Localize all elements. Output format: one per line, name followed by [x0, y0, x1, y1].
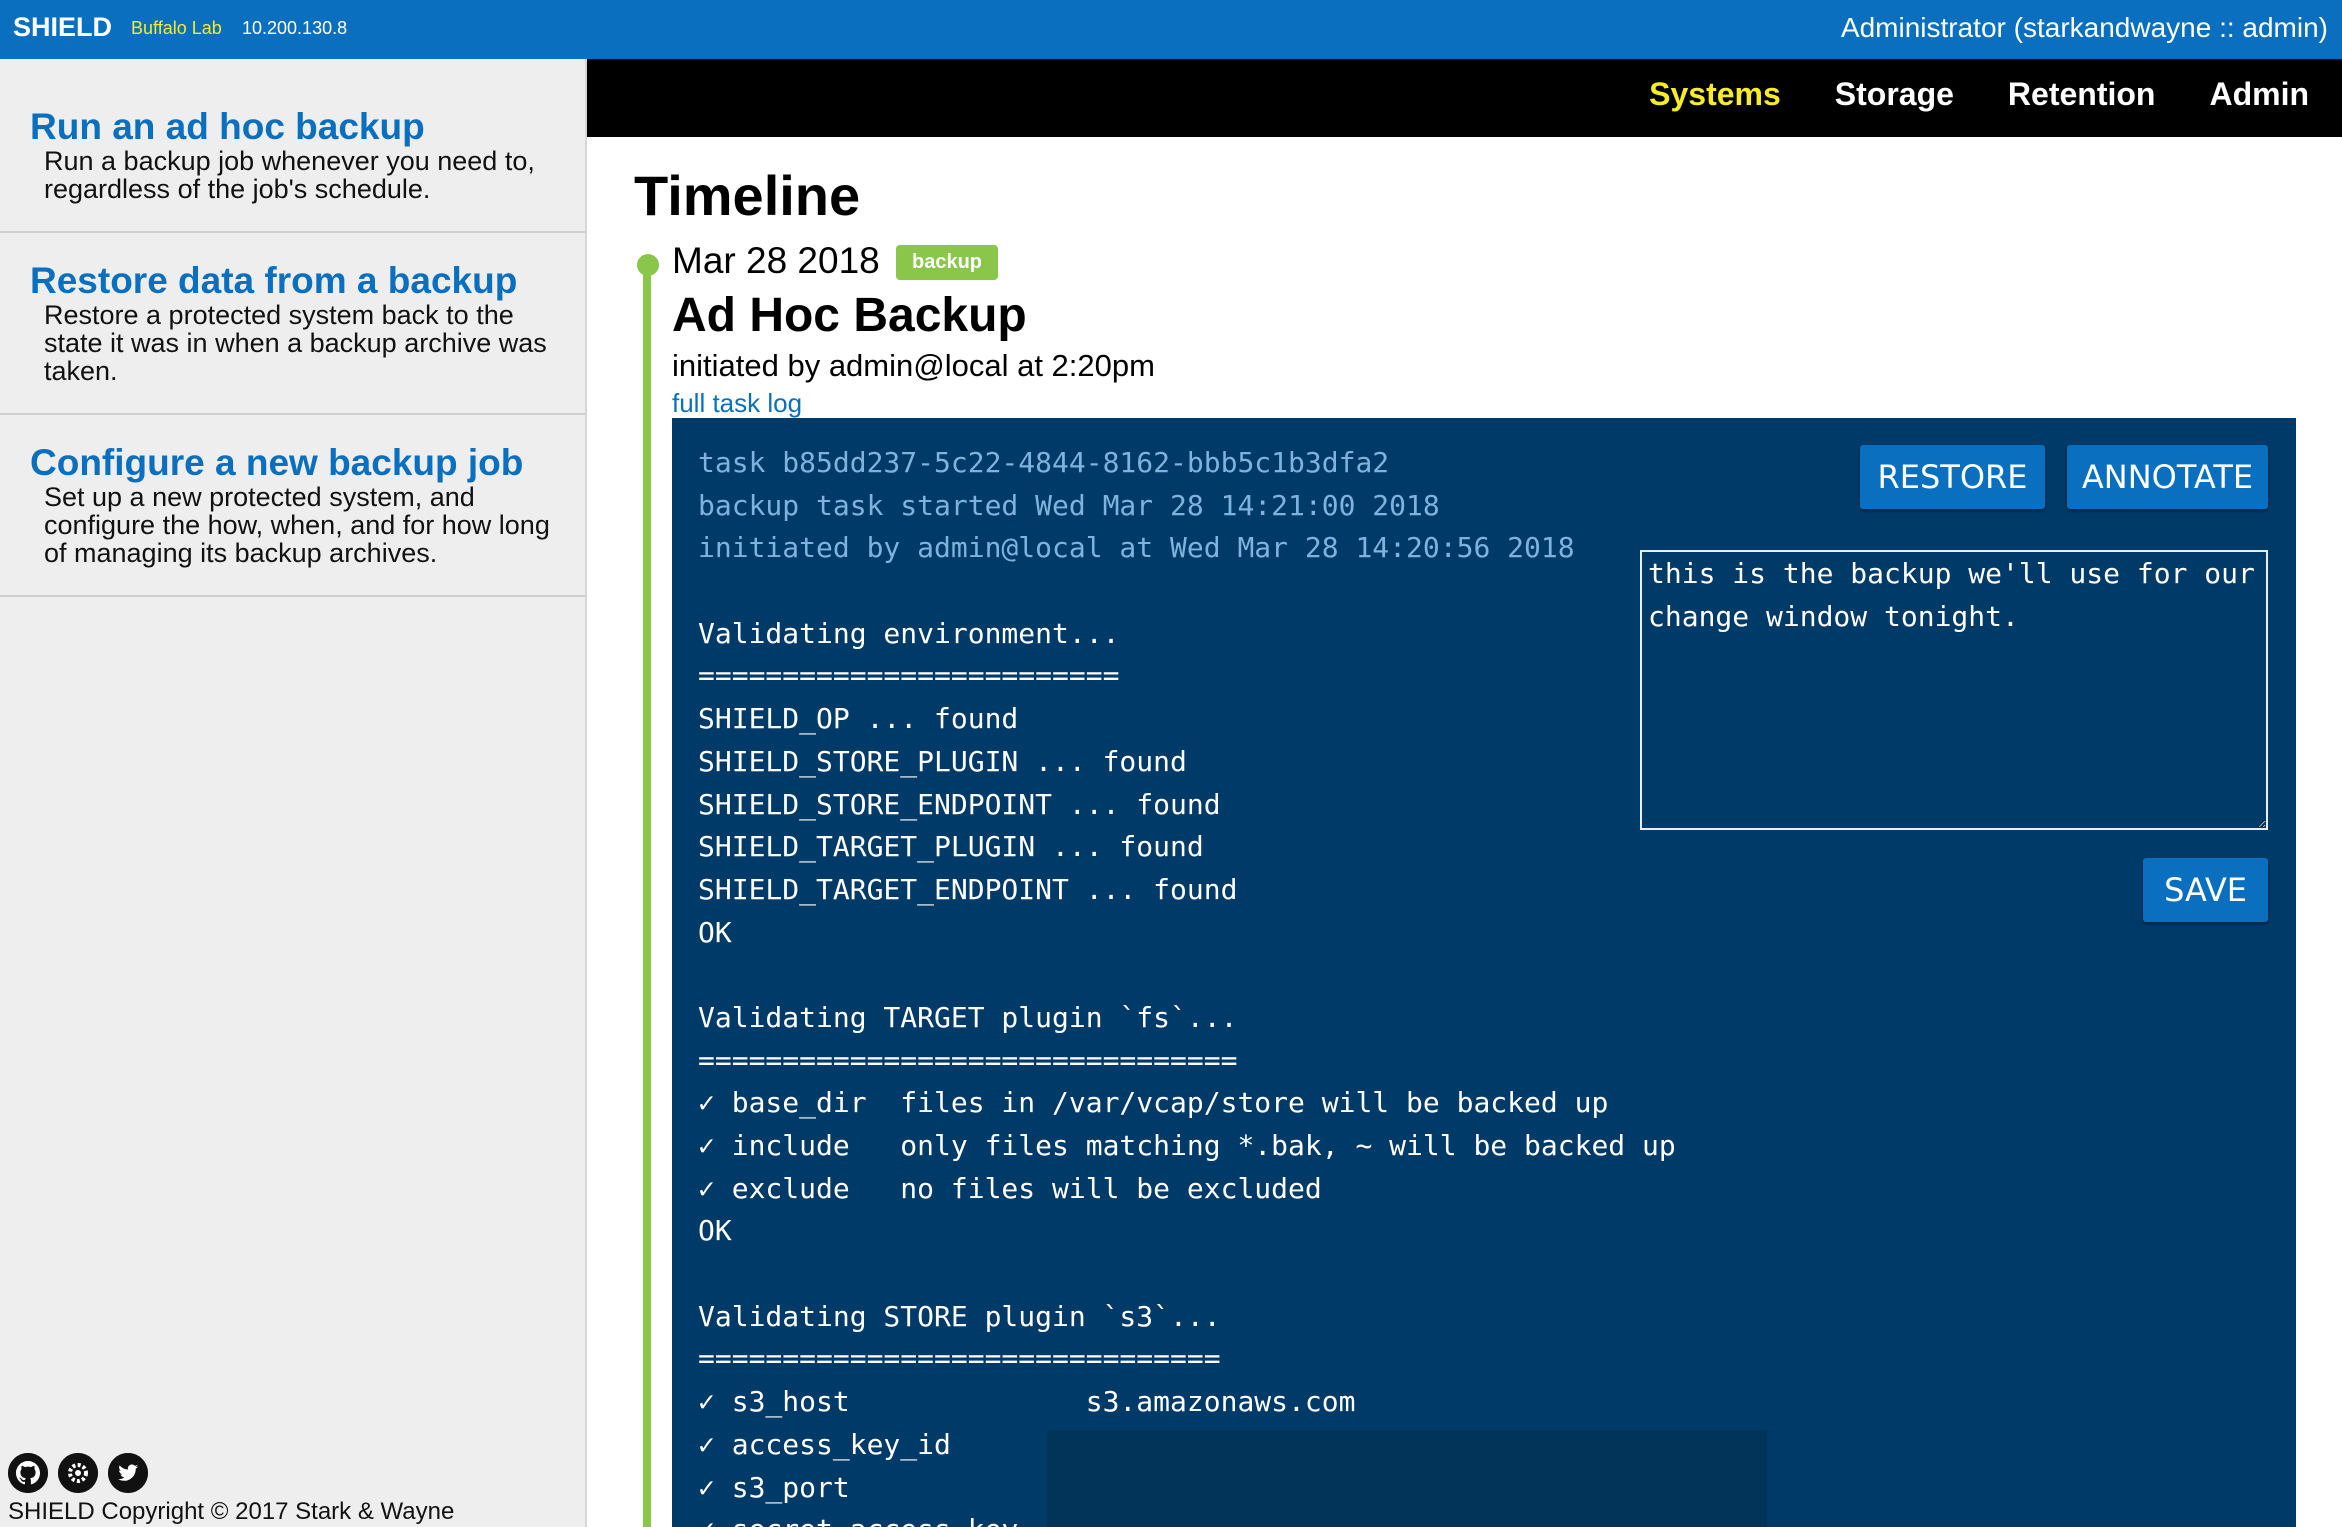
nav-storage[interactable]: Storage: [1835, 76, 1954, 113]
sidebar-item-title[interactable]: Run an ad hoc backup: [30, 107, 557, 147]
log-divider: =========================: [698, 659, 1120, 693]
sidebar-item-title[interactable]: Configure a new backup job: [30, 443, 557, 483]
twitter-icon[interactable]: [108, 1453, 148, 1493]
log-line: SHIELD_TARGET_PLUGIN ... found: [698, 830, 1204, 864]
log-line: OK: [698, 915, 732, 949]
log-line: SHIELD_OP ... found: [698, 702, 1019, 736]
sidebar-item-description: Set up a new protected system, and confi…: [44, 482, 550, 568]
full-task-log-link[interactable]: full task log: [672, 388, 802, 419]
log-line: SHIELD_STORE_ENDPOINT ... found: [698, 787, 1221, 821]
log-line: initiated by admin@local at Wed Mar 28 1…: [698, 531, 1575, 565]
sidebar-item-title[interactable]: Restore data from a backup: [30, 261, 557, 301]
log-line: ✓ base_dir files in /var/vcap/store will…: [698, 1086, 1609, 1120]
task-log-output: task b85dd237-5c22-4844-8162-bbb5c1b3dfa…: [698, 442, 1676, 1527]
log-divider: ================================: [698, 1043, 1238, 1077]
sidebar-item-restore[interactable]: Restore data from a backup Restore a pro…: [0, 233, 585, 415]
annotate-button[interactable]: ANNOTATE: [2067, 445, 2268, 509]
log-line: task b85dd237-5c22-4844-8162-bbb5c1b3dfa…: [698, 446, 1390, 479]
task-log-panel: task b85dd237-5c22-4844-8162-bbb5c1b3dfa…: [672, 418, 2296, 1527]
nav-admin[interactable]: Admin: [2209, 76, 2309, 113]
log-line: SHIELD_STORE_PLUGIN ... found: [698, 744, 1187, 778]
timeline-line: [643, 268, 651, 1527]
redacted-region: [1047, 1430, 1767, 1527]
annotation-textarea[interactable]: this is the backup we'll use for our cha…: [1640, 550, 2268, 830]
log-divider: ===============================: [698, 1342, 1221, 1376]
log-line: ✓ exclude no files will be excluded: [698, 1171, 1322, 1205]
log-line: ✓ include only files matching *.bak, ~ w…: [698, 1129, 1676, 1162]
page-title: Timeline: [634, 164, 861, 227]
timeline-entry-title: Ad Hoc Backup: [672, 289, 1027, 342]
copyright-notice: SHIELD Copyright © 2017 Stark & Wayne: [8, 1498, 455, 1525]
sidebar-item-adhoc-backup[interactable]: Run an ad hoc backup Run a backup job wh…: [0, 59, 585, 233]
log-line: OK: [698, 1214, 732, 1248]
nav-retention[interactable]: Retention: [2008, 76, 2156, 113]
sidebar-item-configure-job[interactable]: Configure a new backup job Set up a new …: [0, 415, 585, 597]
log-line: ✓ s3_host s3.amazonaws.com: [698, 1385, 1356, 1419]
log-line: Validating STORE plugin `s3`...: [698, 1299, 1221, 1333]
sidebar: Run an ad hoc backup Run a backup job wh…: [0, 59, 587, 1527]
timeline-dot: [637, 254, 659, 276]
save-button[interactable]: SAVE: [2143, 858, 2268, 922]
log-line: Validating TARGET plugin `fs`...: [698, 1000, 1238, 1034]
sidebar-item-description: Run a backup job whenever you need to, r…: [44, 146, 535, 204]
gear-icon[interactable]: [58, 1453, 98, 1493]
log-line: backup task started Wed Mar 28 14:21:00 …: [698, 488, 1440, 522]
nav-links: Systems Storage Retention Admin: [1649, 76, 2309, 113]
sidebar-item-description: Restore a protected system back to the s…: [44, 300, 547, 386]
sidebar-footer: SHIELD Copyright © 2017 Stark & Wayne: [8, 1453, 454, 1527]
main-nav: Systems Storage Retention Admin: [587, 59, 2342, 137]
restore-button[interactable]: RESTORE: [1860, 445, 2045, 509]
github-icon[interactable]: [8, 1453, 48, 1493]
environment-name: Buffalo Lab: [131, 18, 222, 38]
social-icons: [8, 1453, 454, 1493]
log-line: SHIELD_TARGET_ENDPOINT ... found: [698, 872, 1238, 906]
brand-logo[interactable]: SHIELD: [13, 12, 112, 43]
entry-type-badge: backup: [896, 245, 999, 280]
nav-systems[interactable]: Systems: [1649, 76, 1781, 113]
current-user[interactable]: Administrator (starkandwayne :: admin): [1841, 12, 2328, 44]
environment-ip: 10.200.130.8: [242, 18, 348, 38]
log-line: Validating environment...: [698, 616, 1120, 650]
timeline-entry-initiator: initiated by admin@local at 2:20pm: [672, 348, 1155, 383]
top-header: SHIELD Buffalo Lab 10.200.130.8 Administ…: [0, 0, 2342, 59]
timeline-entry-date: Mar 28 2018: [672, 240, 880, 281]
